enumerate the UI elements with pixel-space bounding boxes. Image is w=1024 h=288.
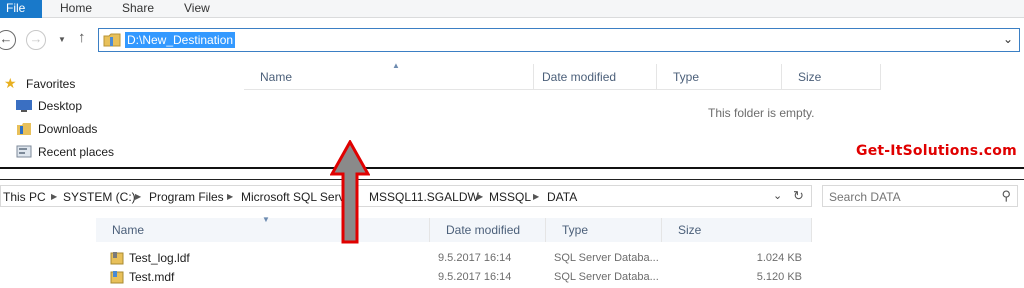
file-type: SQL Server Databa... [554,271,659,283]
nav-item-recent-places-label: Recent places [38,145,115,159]
file-size: 1.024 KB [756,252,802,264]
breadcrumb-chevron-icon[interactable]: ▶ [227,189,233,205]
back-arrow-icon[interactable]: ← [0,30,16,50]
breadcrumb-item-this-pc[interactable]: This PC [3,189,46,205]
search-icon[interactable]: ⚲ [1001,188,1011,204]
file-date: 9.5.2017 16:14 [438,252,512,264]
column-name[interactable]: Name [244,64,534,90]
ribbon: File Home Share View [0,0,1024,18]
address-path[interactable]: D:\New_Destination [125,32,236,48]
breadcrumb-chevron-icon[interactable]: ▶ [135,189,141,205]
nav-item-desktop-label: Desktop [38,99,83,113]
breadcrumb[interactable]: This PC ▶ SYSTEM (C:) ▶ Program Files ▶ … [0,185,812,207]
address-row: ← → ▼ ↑ D:\New_Destination ⌄ [0,22,1024,58]
database-file-icon [110,252,124,265]
breadcrumb-chevron-icon[interactable]: ▶ [477,189,483,205]
file-name: Test_log.ldf [129,251,190,265]
breadcrumb-dropdown-icon[interactable]: ⌄ [773,189,782,202]
column-date-modified[interactable]: Date modified [526,64,657,90]
file-date: 9.5.2017 16:14 [438,271,512,283]
column-size[interactable]: Size [662,218,812,242]
file-type: SQL Server Databa... [554,252,659,264]
nav-item-downloads[interactable]: Downloads [16,120,97,138]
breadcrumb-item-data[interactable]: DATA [547,189,577,205]
up-arrow-icon[interactable]: ↑ [78,29,86,46]
address-dropdown-icon[interactable]: ⌄ [1003,32,1013,46]
nav-favorites-label: Favorites [26,77,76,91]
recent-locations-chevron-icon[interactable]: ▼ [58,35,66,44]
address-bar[interactable]: D:\New_Destination ⌄ [98,28,1020,52]
sort-ascending-icon: ▲ [392,61,400,70]
breadcrumb-chevron-icon[interactable]: ▶ [533,189,539,205]
folder-icon [103,33,121,47]
empty-folder-message: This folder is empty. [708,106,815,120]
breadcrumb-item-instance[interactable]: MSSQL11.SGALDW [369,189,479,205]
watermark: Get-ItSolutions.com [856,143,1017,159]
breadcrumb-item-program-files[interactable]: Program Files [149,189,224,205]
column-type[interactable]: Type [546,218,662,242]
file-size: 5.120 KB [756,271,802,283]
recent-places-icon [16,145,32,158]
breadcrumb-item-system[interactable]: SYSTEM (C:) [63,189,136,205]
divider-line-secondary [0,179,1024,180]
breadcrumb-item-mssql[interactable]: MSSQL [489,189,531,205]
column-date-modified[interactable]: Date modified [430,218,546,242]
nav-item-downloads-label: Downloads [38,122,98,136]
annotation-up-arrow-icon [330,140,370,244]
downloads-icon [17,123,31,135]
breadcrumb-chevron-icon[interactable]: ▶ [51,189,57,205]
sort-ascending-icon: ▼ [262,215,270,224]
search-box[interactable]: ⚲ [822,185,1018,207]
nav-favorites[interactable]: ★ Favorites [4,74,75,92]
nav-item-desktop[interactable]: Desktop [16,97,82,115]
file-row[interactable]: Test.mdf 9.5.2017 16:14 SQL Server Datab… [96,267,812,287]
navigation-pane: ★ Favorites Desktop Downloads Recent plac… [0,64,242,166]
file-row[interactable]: Test_log.ldf 9.5.2017 16:14 SQL Server D… [96,248,812,268]
tab-home[interactable]: Home [60,0,92,18]
database-file-icon [110,271,124,284]
column-type[interactable]: Type [657,64,782,90]
nav-item-recent-places[interactable]: Recent places [16,143,114,161]
star-icon: ★ [4,75,17,91]
refresh-icon[interactable]: ↻ [793,188,804,204]
divider-line [0,167,1024,169]
column-size[interactable]: Size [782,64,881,90]
desktop-icon [16,100,32,112]
tab-view[interactable]: View [184,0,210,18]
bottom-column-header: Name Date modified Type Size ▼ [96,215,812,242]
file-tab[interactable]: File [0,0,42,18]
tab-share[interactable]: Share [122,0,154,18]
search-input[interactable] [829,189,989,204]
top-column-header: Name Date modified Type Size ▲ [244,61,881,90]
forward-arrow-icon[interactable]: → [26,30,46,50]
file-name: Test.mdf [129,270,175,284]
